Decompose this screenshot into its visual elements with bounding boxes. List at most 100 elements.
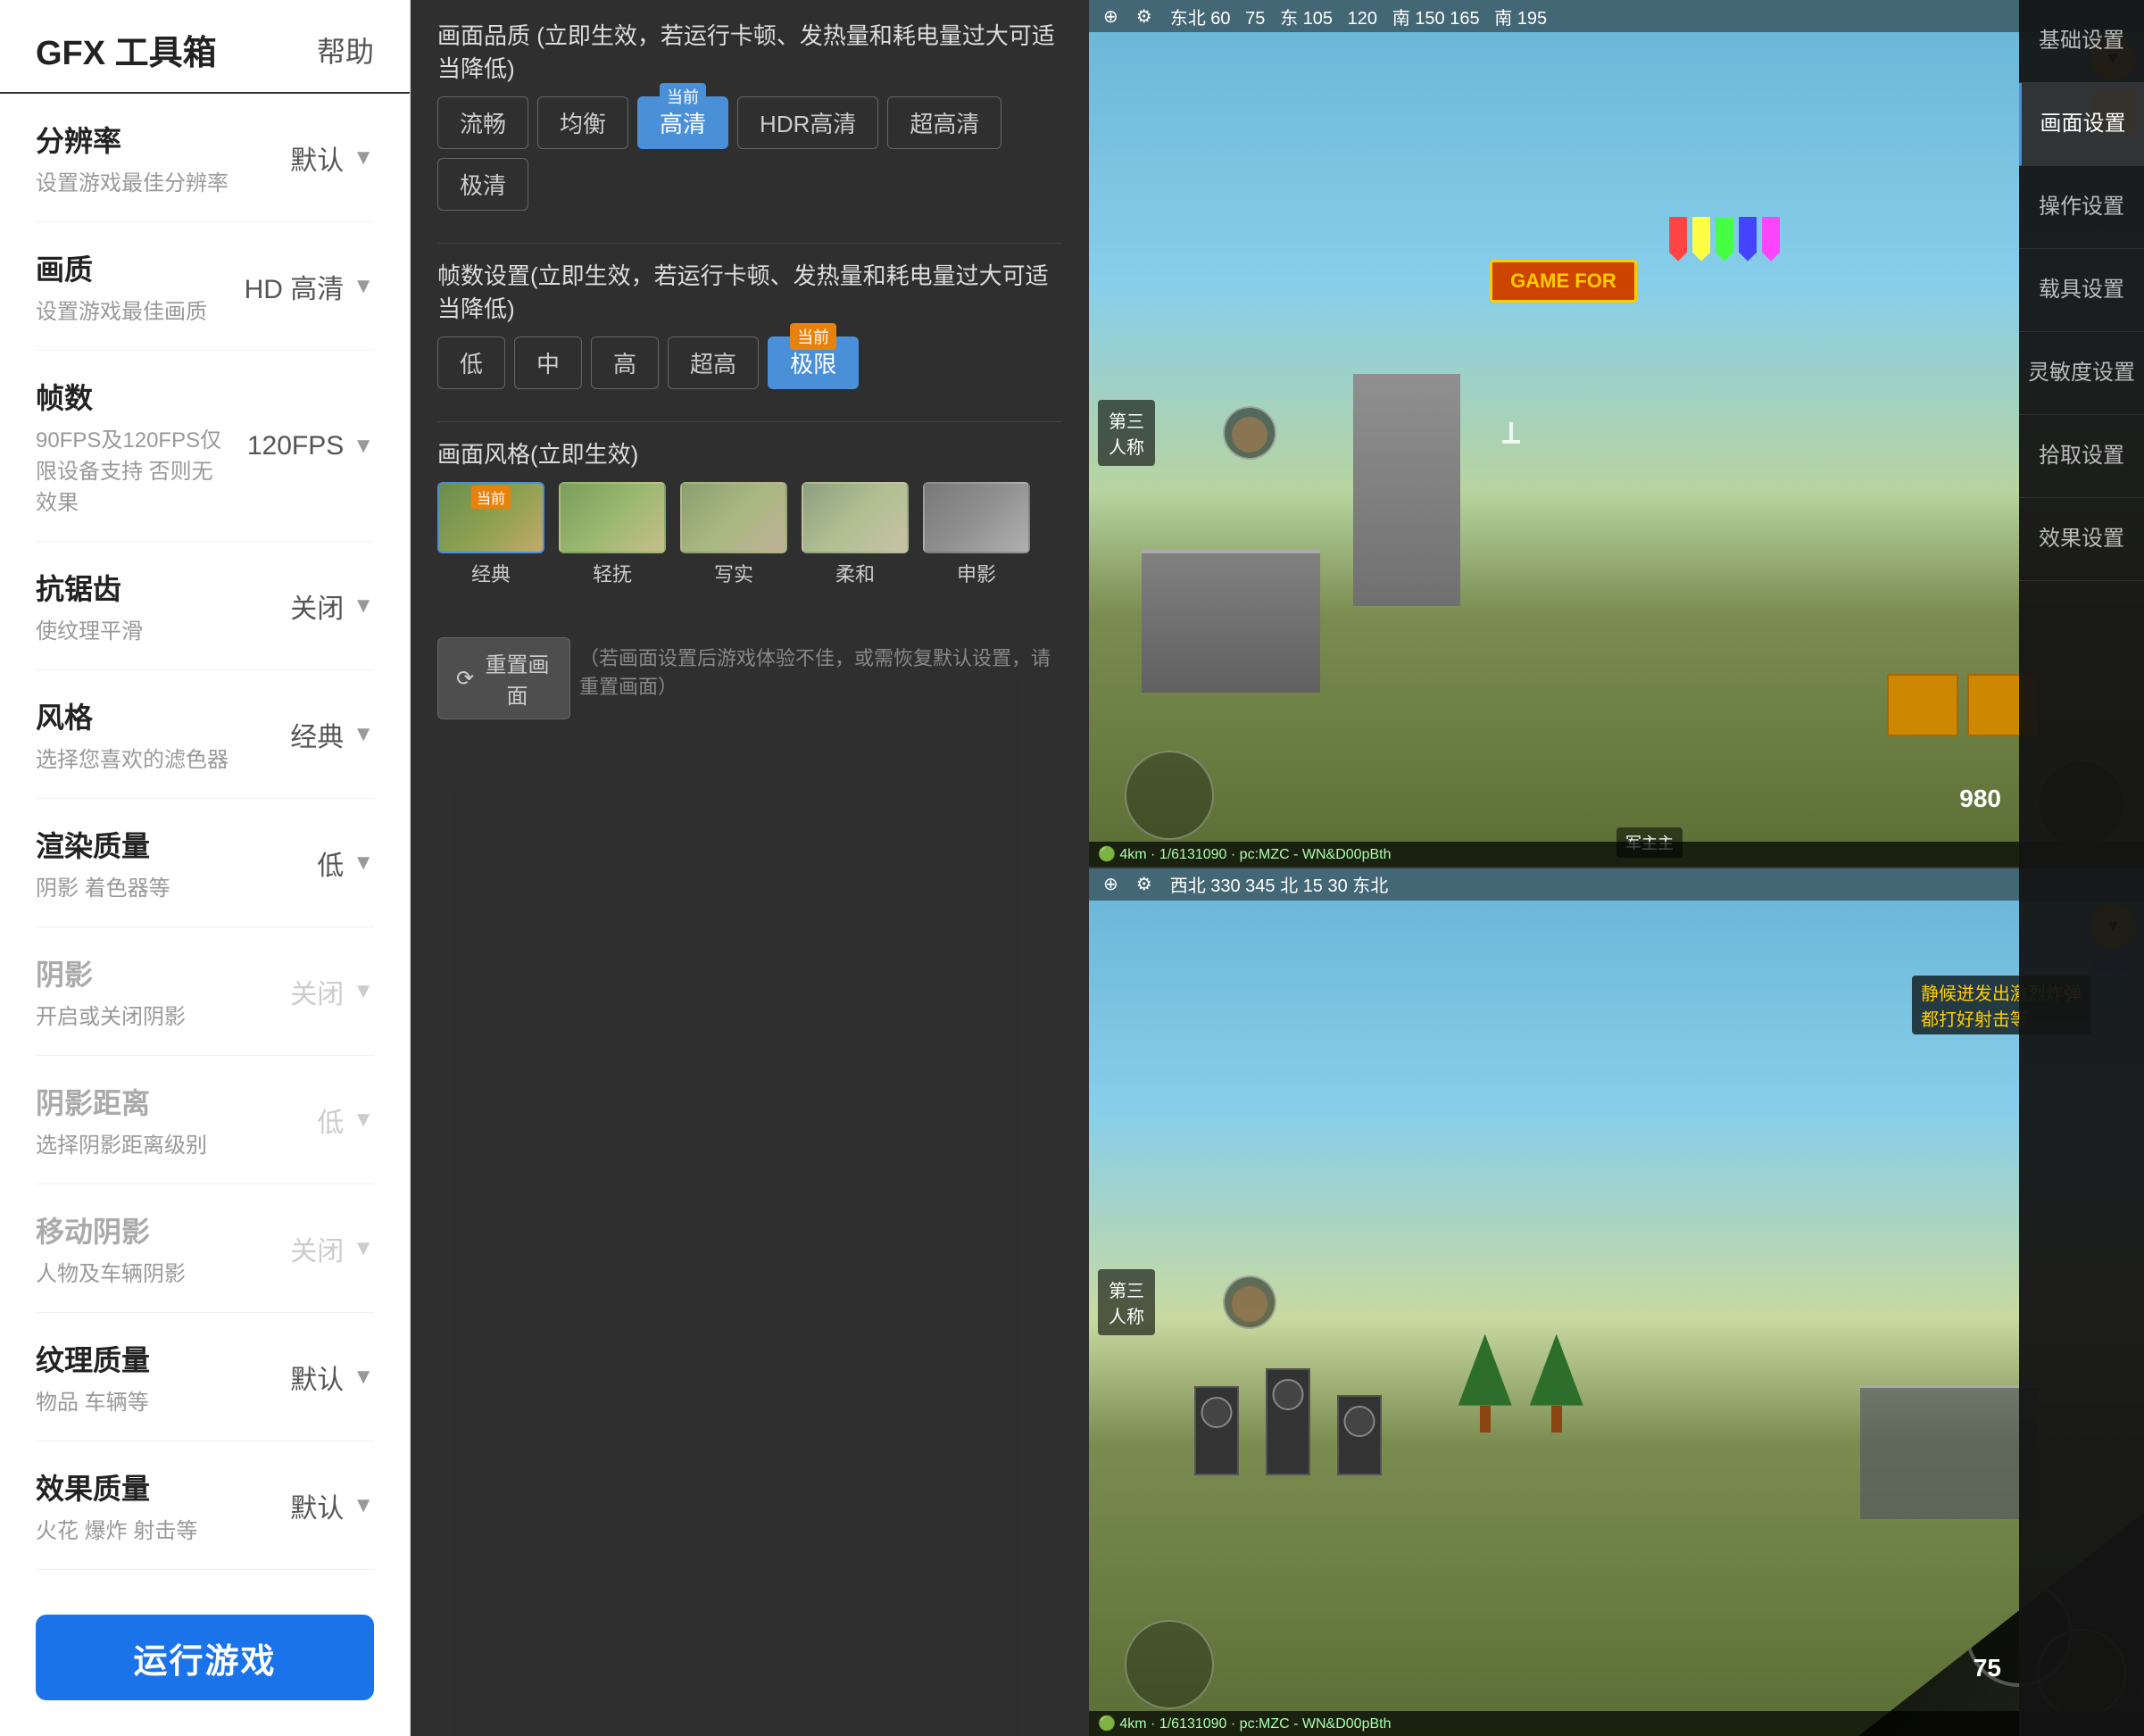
sidebar-tab-效果设置[interactable]: 效果设置 bbox=[2019, 498, 2144, 581]
person-view-btn-bottom[interactable]: 第三人称 bbox=[1098, 1269, 1155, 1335]
style-item-经典[interactable]: 当前 经典 bbox=[437, 482, 544, 587]
style-name-写实: 写实 bbox=[714, 559, 753, 587]
quality-button-row: 流畅均衡当前高清HDR高清超高清极清 bbox=[437, 96, 1062, 211]
ammo-display-bottom: 75 bbox=[1974, 1654, 2001, 1682]
dropdown-arrow-texture_quality[interactable]: ▼ bbox=[353, 1365, 374, 1390]
setting-desc-shadow: 开启或关闭阴影 bbox=[36, 999, 231, 1030]
joystick-bottom[interactable] bbox=[1125, 1620, 1214, 1709]
setting-value-group-antialiasing: 关闭 ▼ bbox=[231, 586, 374, 626]
dropdown-arrow-resolution[interactable]: ▼ bbox=[353, 145, 374, 170]
settings-list: 分辨率 设置游戏最佳分辨率 默认 ▼ 画质 设置游戏最佳画质 HD 高清 ▼ 帧… bbox=[0, 94, 410, 1593]
setting-desc-fps: 90FPS及120FPS仅限设备支持 否则无效果 bbox=[36, 422, 231, 516]
dropdown-arrow-antialiasing[interactable]: ▼ bbox=[353, 594, 374, 619]
setting-item-shadow[interactable]: 阴影 开启或关闭阴影 关闭 ▼ bbox=[36, 927, 374, 1056]
hud-compass: 东北 60 75 东 105 120 南 150 165 南 195 bbox=[1170, 4, 1547, 29]
setting-title-texture_quality: 纹理质量 bbox=[36, 1338, 231, 1379]
style-thumb-申影 bbox=[923, 482, 1030, 553]
setting-item-antialiasing[interactable]: 抗锯齿 使纹理平滑 关闭 ▼ bbox=[36, 542, 374, 670]
setting-item-style[interactable]: 风格 选择您喜欢的滤色器 经典 ▼ bbox=[36, 670, 374, 799]
setting-value-shadow_distance: 低 bbox=[317, 1101, 344, 1140]
reset-icon: ⟳ bbox=[456, 666, 474, 692]
hud-compass-bottom: 西北 330 345 北 15 30 东北 bbox=[1170, 871, 1389, 897]
bullet-left-top[interactable] bbox=[1223, 406, 1276, 460]
dropdown-arrow-style[interactable]: ▼ bbox=[353, 722, 374, 747]
fps-btn-超高[interactable]: 超高 bbox=[668, 336, 759, 389]
setting-title-antialiasing: 抗锯齿 bbox=[36, 567, 231, 608]
setting-label-group-shadow_distance: 阴影距离 选择阴影距离级别 bbox=[36, 1081, 231, 1159]
setting-title-effect_quality: 效果质量 bbox=[36, 1466, 231, 1508]
game-sign: GAME FOR bbox=[1490, 260, 1637, 303]
style-item-写实[interactable]: 写实 bbox=[680, 482, 787, 587]
sidebar-tab-拾取设置[interactable]: 拾取设置 bbox=[2019, 415, 2144, 498]
setting-item-graphics[interactable]: 画质 设置游戏最佳画质 HD 高清 ▼ bbox=[36, 222, 374, 351]
setting-value-group-render_quality: 低 ▼ bbox=[231, 843, 374, 883]
dropdown-arrow-effect_quality[interactable]: ▼ bbox=[353, 1493, 374, 1518]
setting-title-style: 风格 bbox=[36, 695, 231, 736]
setting-label-group-resolution: 分辨率 设置游戏最佳分辨率 bbox=[36, 119, 231, 196]
setting-value-style: 经典 bbox=[290, 715, 344, 754]
quality-btn-高清[interactable]: 当前高清 bbox=[637, 96, 728, 149]
building-1 bbox=[1142, 550, 1320, 693]
building-2 bbox=[1353, 374, 1460, 606]
game-screen-top: ⊕ ⚙ 东北 60 75 东 105 120 南 150 165 南 195 G… bbox=[1089, 0, 2144, 868]
setting-label-group-antialiasing: 抗锯齿 使纹理平滑 bbox=[36, 567, 231, 644]
setting-item-mobile_shadow[interactable]: 移动阴影 人物及车辆阴影 关闭 ▼ bbox=[36, 1184, 374, 1313]
left-panel: GFX 工具箱 帮助 分辨率 设置游戏最佳分辨率 默认 ▼ 画质 设置游戏最佳画… bbox=[0, 0, 411, 1736]
setting-item-resolution[interactable]: 分辨率 设置游戏最佳分辨率 默认 ▼ bbox=[36, 94, 374, 222]
style-thumb-写实 bbox=[680, 482, 787, 553]
run-button-container: 运行游戏 bbox=[0, 1593, 410, 1736]
setting-value-group-shadow: 关闭 ▼ bbox=[231, 972, 374, 1011]
quality-btn-HDR高清[interactable]: HDR高清 bbox=[737, 96, 878, 149]
dropdown-arrow-render_quality[interactable]: ▼ bbox=[353, 851, 374, 876]
person-view-btn-top[interactable]: 第三人称 bbox=[1098, 400, 1155, 466]
setting-item-improve_effect[interactable]: 改善效果 改善上述质量效果 中 ▼ bbox=[36, 1570, 374, 1593]
fps-btn-极限[interactable]: 当前极限 bbox=[768, 336, 859, 389]
setting-desc-render_quality: 阴影 着色器等 bbox=[36, 870, 231, 901]
ammo-display-top: 980 bbox=[1959, 785, 2001, 813]
setting-value-group-fps: 120FPS ▼ bbox=[231, 431, 374, 461]
setting-item-shadow_distance[interactable]: 阴影距离 选择阴影距离级别 低 ▼ bbox=[36, 1056, 374, 1184]
setting-item-texture_quality[interactable]: 纹理质量 物品 车辆等 默认 ▼ bbox=[36, 1313, 374, 1441]
style-name-轻抚: 轻抚 bbox=[593, 559, 632, 587]
sidebar-tab-操作设置[interactable]: 操作设置 bbox=[2019, 166, 2144, 249]
reset-note: （若画面设置后游戏体验不佳，或需恢复默认设置，请重置画面） bbox=[579, 643, 1062, 700]
dropdown-arrow-graphics[interactable]: ▼ bbox=[353, 274, 374, 299]
setting-item-render_quality[interactable]: 渲染质量 阴影 着色器等 低 ▼ bbox=[36, 799, 374, 927]
sidebar-tab-画面设置[interactable]: 画面设置 bbox=[2019, 83, 2144, 166]
fps-btn-高[interactable]: 高 bbox=[591, 336, 659, 389]
joystick-top[interactable] bbox=[1125, 751, 1214, 840]
quality-btn-极清[interactable]: 极清 bbox=[437, 158, 528, 211]
app-title: GFX 工具箱 bbox=[36, 25, 217, 74]
hud-settings-icon-bottom: ⚙ bbox=[1136, 873, 1152, 895]
setting-label-group-mobile_shadow: 移动阴影 人物及车辆阴影 bbox=[36, 1209, 231, 1287]
style-item-轻抚[interactable]: 轻抚 bbox=[559, 482, 666, 587]
style-item-申影[interactable]: 申影 bbox=[923, 482, 1030, 587]
setting-item-fps[interactable]: 帧数 90FPS及120FPS仅限设备支持 否则无效果 120FPS ▼ bbox=[36, 351, 374, 542]
sidebar-tab-载具设置[interactable]: 载具设置 bbox=[2019, 249, 2144, 332]
status-text-top: 🟢 4km · 1/6131090 · pc:MZC - WN&D00pBth bbox=[1098, 845, 1391, 863]
help-button[interactable]: 帮助 bbox=[317, 29, 374, 71]
setting-item-effect_quality[interactable]: 效果质量 火花 爆炸 射击等 默认 ▼ bbox=[36, 1441, 374, 1570]
quality-btn-流畅[interactable]: 流畅 bbox=[437, 96, 528, 149]
setting-title-render_quality: 渲染质量 bbox=[36, 824, 231, 865]
setting-value-resolution: 默认 bbox=[290, 138, 344, 178]
fps-section: 帧数设置(立即生效，若运行卡顿、发热量和耗电量过大可适当降低) 低中高超高当前极… bbox=[437, 258, 1062, 389]
quality-title: 画面品质 (立即生效，若运行卡顿、发热量和耗电量过大可适当降低) bbox=[437, 18, 1062, 84]
setting-value-mobile_shadow: 关闭 bbox=[290, 1229, 344, 1268]
fps-btn-低[interactable]: 低 bbox=[437, 336, 505, 389]
reset-button[interactable]: ⟳ 重置画面 bbox=[437, 637, 570, 719]
run-game-button[interactable]: 运行游戏 bbox=[36, 1615, 374, 1700]
sidebar-tab-基础设置[interactable]: 基础设置 bbox=[2019, 0, 2144, 83]
setting-label-group-fps: 帧数 90FPS及120FPS仅限设备支持 否则无效果 bbox=[36, 376, 231, 516]
sidebar-tab-灵敏度设置[interactable]: 灵敏度设置 bbox=[2019, 332, 2144, 415]
style-item-柔和[interactable]: 柔和 bbox=[802, 482, 909, 587]
fps-btn-中[interactable]: 中 bbox=[514, 336, 582, 389]
right-sidebar-tabs: 基础设置画面设置操作设置载具设置灵敏度设置拾取设置效果设置 bbox=[2019, 0, 2144, 1736]
bullet-left-bottom[interactable] bbox=[1223, 1275, 1276, 1329]
hud-minimap-icon-bottom: ⊕ bbox=[1103, 873, 1118, 895]
dropdown-arrow-fps[interactable]: ▼ bbox=[353, 434, 374, 459]
style-thumb-经典: 当前 bbox=[437, 482, 544, 553]
quality-btn-均衡[interactable]: 均衡 bbox=[537, 96, 628, 149]
quality-btn-超高清[interactable]: 超高清 bbox=[887, 96, 1001, 149]
setting-value-graphics: HD 高清 bbox=[245, 267, 345, 306]
